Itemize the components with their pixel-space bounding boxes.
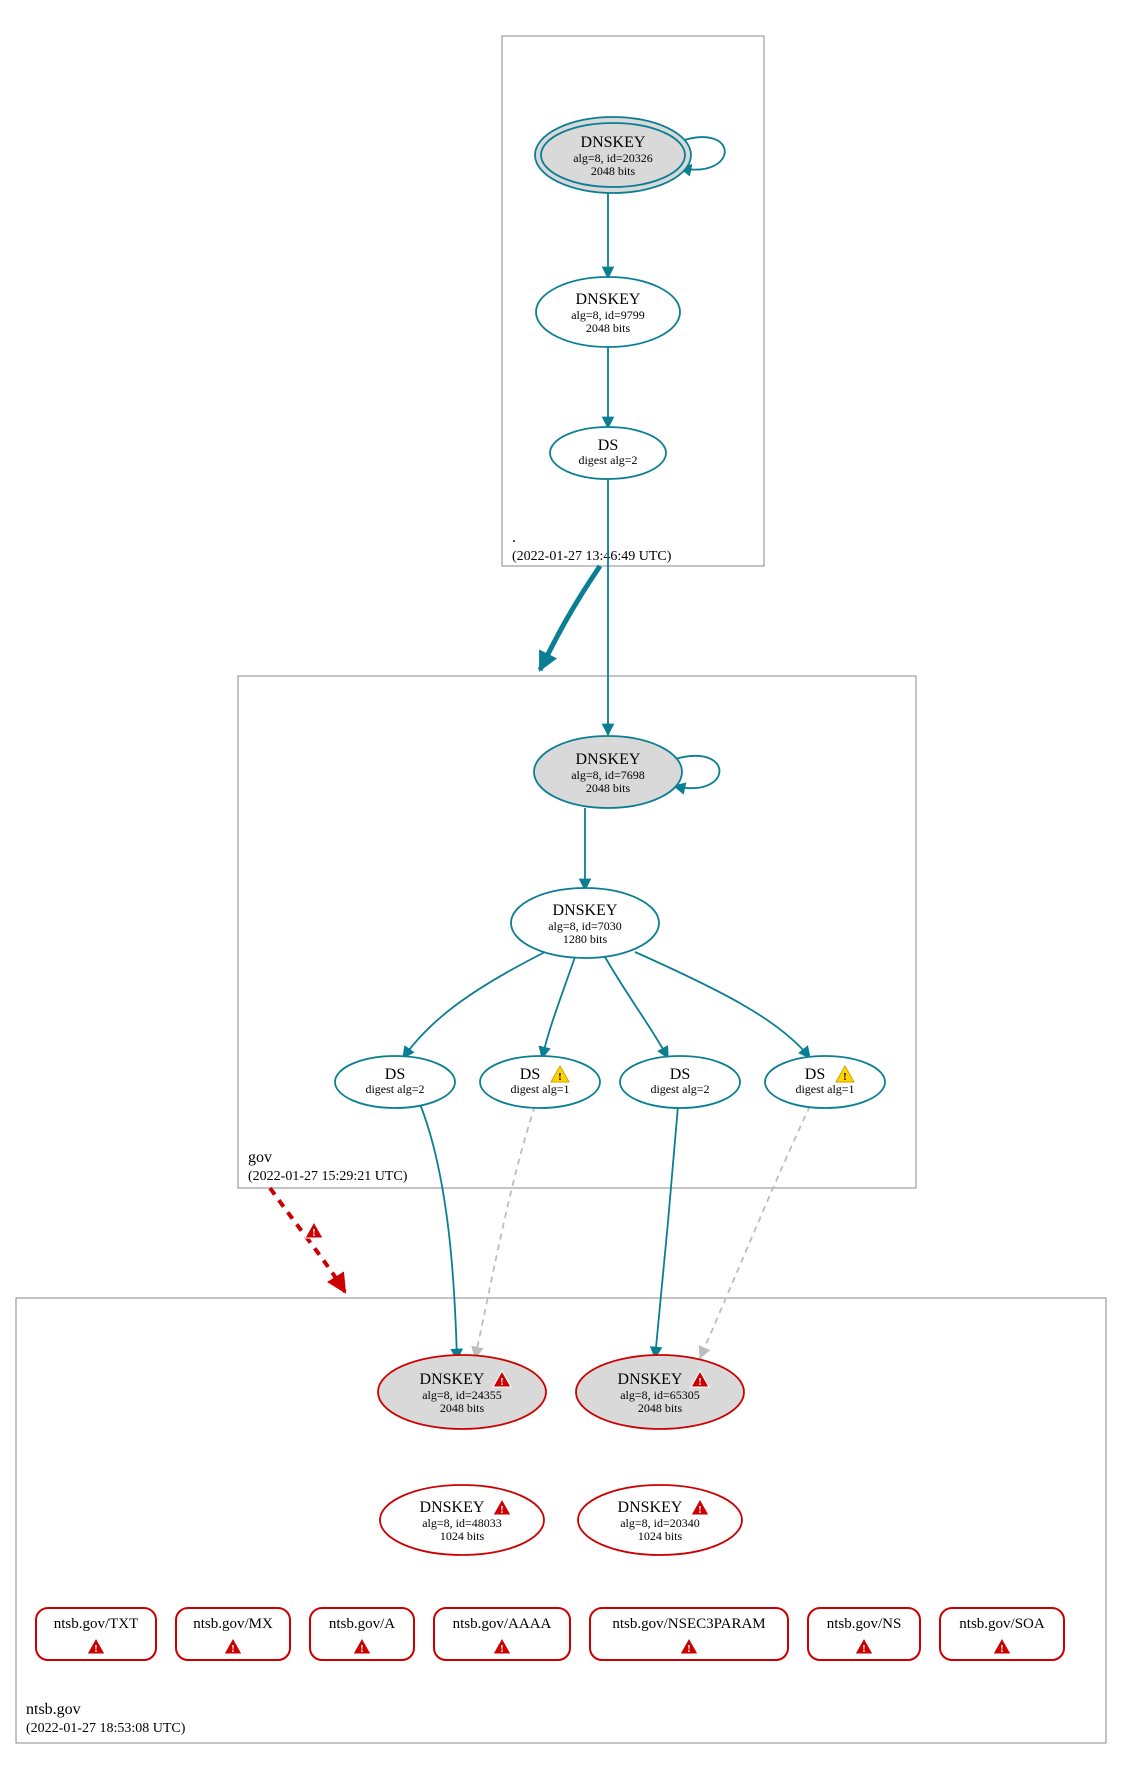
rr-mx: ntsb.gov/MX [176, 1608, 290, 1660]
node-root-zsk: DNSKEY alg=8, id=9799 2048 bits [536, 277, 680, 347]
svg-text:ntsb.gov/A: ntsb.gov/A [329, 1616, 395, 1632]
svg-text:DS: DS [805, 1066, 825, 1083]
zone-root-timestamp: (2022-01-27 13:46:49 UTC) [512, 549, 672, 564]
svg-text:DS: DS [670, 1066, 690, 1083]
svg-text:DS: DS [385, 1066, 405, 1083]
svg-text:1280 bits: 1280 bits [563, 932, 608, 946]
svg-text:DNSKEY: DNSKEY [581, 134, 646, 151]
zone-ntsb: ntsb.gov (2022-01-27 18:53:08 UTC) [16, 1298, 1106, 1743]
edge-gov-zsk-to-ds3 [605, 957, 668, 1058]
svg-text:DNSKEY: DNSKEY [576, 751, 641, 768]
warning-icon-delegation [305, 1222, 323, 1239]
svg-text:2048 bits: 2048 bits [586, 781, 631, 795]
svg-text:alg=8, id=7030: alg=8, id=7030 [548, 919, 622, 933]
edge-root-to-gov-zone [540, 566, 600, 670]
zone-root-label: . [512, 529, 516, 546]
rr-txt: ntsb.gov/TXT [36, 1608, 156, 1660]
node-ntsb-zsk1: DNSKEY alg=8, id=48033 1024 bits [380, 1485, 544, 1555]
svg-text:alg=8, id=20340: alg=8, id=20340 [620, 1516, 700, 1530]
rr-a: ntsb.gov/A [310, 1608, 414, 1660]
svg-text:2048 bits: 2048 bits [591, 164, 636, 178]
svg-text:2048 bits: 2048 bits [638, 1401, 683, 1415]
svg-text:alg=8, id=7698: alg=8, id=7698 [571, 768, 645, 782]
svg-text:DS: DS [598, 437, 618, 454]
rr-soa: ntsb.gov/SOA [940, 1608, 1064, 1660]
node-gov-ds3: DS digest alg=2 [620, 1056, 740, 1108]
svg-text:ntsb.gov/AAAA: ntsb.gov/AAAA [453, 1616, 552, 1632]
rr-nsec3param: ntsb.gov/NSEC3PARAM [590, 1608, 788, 1660]
node-gov-ds4: DS digest alg=1 [765, 1056, 885, 1108]
rr-aaaa: ntsb.gov/AAAA [434, 1608, 570, 1660]
zone-gov-label: gov [248, 1149, 272, 1166]
zone-gov-timestamp: (2022-01-27 15:29:21 UTC) [248, 1169, 408, 1184]
edge-gov-ds1-to-ntsb-ksk1 [420, 1104, 457, 1360]
edge-gov-ds4-to-ntsb-ksk2 [700, 1106, 810, 1358]
svg-text:alg=8, id=48033: alg=8, id=48033 [422, 1516, 502, 1530]
svg-text:1024 bits: 1024 bits [440, 1529, 485, 1543]
svg-text:digest alg=2: digest alg=2 [650, 1082, 709, 1096]
zone-ntsb-timestamp: (2022-01-27 18:53:08 UTC) [26, 1721, 186, 1736]
node-root-ds: DS digest alg=2 [550, 427, 666, 479]
edge-gov-zsk-to-ds1 [403, 952, 545, 1058]
svg-text:DNSKEY: DNSKEY [420, 1499, 485, 1516]
node-ntsb-ksk2: DNSKEY alg=8, id=65305 2048 bits [576, 1355, 744, 1429]
node-ntsb-ksk1: DNSKEY alg=8, id=24355 2048 bits [378, 1355, 546, 1429]
svg-text:2048 bits: 2048 bits [586, 321, 631, 335]
rr-row: ntsb.gov/TXT ntsb.gov/MX ntsb.gov/A ntsb… [36, 1608, 1064, 1660]
svg-text:DNSKEY: DNSKEY [420, 1371, 485, 1388]
svg-text:ntsb.gov/SOA: ntsb.gov/SOA [959, 1616, 1045, 1632]
edge-gov-zsk-to-ds4 [635, 952, 810, 1058]
node-root-ksk: DNSKEY alg=8, id=20326 2048 bits [535, 117, 691, 193]
svg-text:alg=8, id=20326: alg=8, id=20326 [573, 151, 653, 165]
svg-text:alg=8, id=24355: alg=8, id=24355 [422, 1388, 502, 1402]
node-gov-ds1: DS digest alg=2 [335, 1056, 455, 1108]
svg-text:ntsb.gov/TXT: ntsb.gov/TXT [54, 1616, 139, 1632]
svg-text:DNSKEY: DNSKEY [618, 1499, 683, 1516]
svg-text:2048 bits: 2048 bits [440, 1401, 485, 1415]
edge-gov-zsk-to-ds2 [542, 957, 575, 1058]
node-gov-zsk: DNSKEY alg=8, id=7030 1280 bits [511, 888, 659, 958]
svg-text:ntsb.gov/NS: ntsb.gov/NS [827, 1616, 902, 1632]
svg-text:digest alg=2: digest alg=2 [578, 453, 637, 467]
edge-gov-to-ntsb-zone [270, 1188, 345, 1292]
rr-ns: ntsb.gov/NS [808, 1608, 920, 1660]
svg-text:ntsb.gov/NSEC3PARAM: ntsb.gov/NSEC3PARAM [612, 1616, 765, 1632]
svg-text:DNSKEY: DNSKEY [553, 902, 618, 919]
svg-text:alg=8, id=65305: alg=8, id=65305 [620, 1388, 700, 1402]
svg-text:digest alg=2: digest alg=2 [365, 1082, 424, 1096]
node-ntsb-zsk2: DNSKEY alg=8, id=20340 1024 bits [578, 1485, 742, 1555]
svg-text:DNSKEY: DNSKEY [618, 1371, 683, 1388]
node-gov-ksk: DNSKEY alg=8, id=7698 2048 bits [534, 736, 682, 808]
node-gov-ds2: DS digest alg=1 [480, 1056, 600, 1108]
svg-text:ntsb.gov/MX: ntsb.gov/MX [193, 1616, 273, 1632]
zone-ntsb-label: ntsb.gov [26, 1701, 81, 1718]
svg-text:1024 bits: 1024 bits [638, 1529, 683, 1543]
svg-text:digest alg=1: digest alg=1 [510, 1082, 569, 1096]
edge-gov-ds3-to-ntsb-ksk2 [655, 1106, 678, 1358]
svg-text:alg=8, id=9799: alg=8, id=9799 [571, 308, 645, 322]
svg-text:DNSKEY: DNSKEY [576, 291, 641, 308]
edge-gov-ds2-to-ntsb-ksk1 [475, 1106, 535, 1358]
svg-text:digest alg=1: digest alg=1 [795, 1082, 854, 1096]
svg-text:DS: DS [520, 1066, 540, 1083]
